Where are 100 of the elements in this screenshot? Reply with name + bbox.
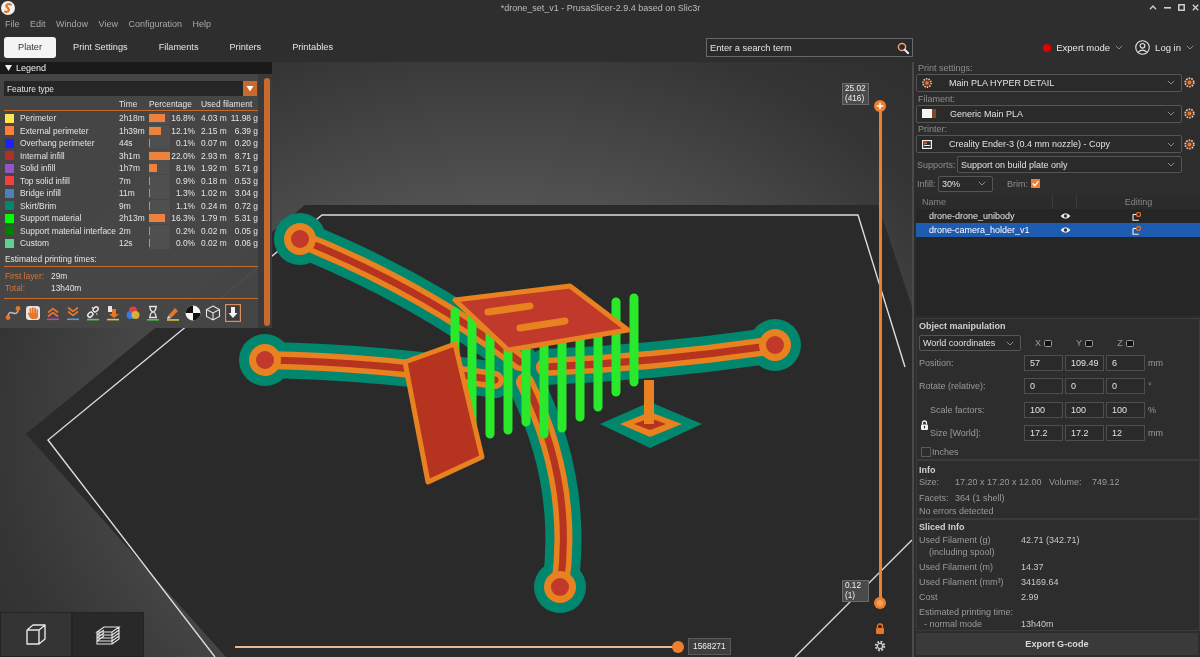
feature-percentage: 0.9% <box>174 174 195 187</box>
maximize-icon[interactable] <box>1178 4 1185 11</box>
edit-icon[interactable] <box>1132 211 1141 221</box>
preset-label: Printer: <box>917 124 948 135</box>
checkbox-label: Inches <box>932 447 959 458</box>
number-field[interactable]: 100 <box>1065 402 1104 419</box>
tab[interactable]: Printers <box>215 37 276 58</box>
number-field[interactable]: 0 <box>1106 378 1145 395</box>
supports-dropdown[interactable]: Support on build plate only <box>957 156 1182 174</box>
color-circles-icon[interactable] <box>125 304 141 321</box>
menu-item[interactable]: View <box>98 19 118 29</box>
feature-time: 3h1m <box>119 149 141 162</box>
layer-height-text: 25.02 <box>845 84 866 94</box>
number-field[interactable]: 12 <box>1106 425 1145 442</box>
close-icon[interactable] <box>1192 4 1199 11</box>
inches-checkbox[interactable] <box>921 447 931 458</box>
quartered-circle-icon[interactable] <box>185 304 201 321</box>
hand-icon[interactable] <box>25 304 41 321</box>
cube-icon[interactable] <box>205 304 221 321</box>
filament-weight: 0.05 g <box>233 224 258 237</box>
chevron-down-icon <box>1167 162 1175 168</box>
number-field[interactable]: 100 <box>1106 402 1145 419</box>
infill-dropdown[interactable]: 30% <box>938 175 993 192</box>
number-field[interactable]: 100 <box>1024 402 1063 419</box>
search-icon[interactable] <box>897 41 909 54</box>
chevron-up-icon[interactable] <box>1149 5 1157 10</box>
route-icon[interactable] <box>5 304 21 321</box>
minimize-icon[interactable] <box>1164 6 1171 9</box>
edit-icon[interactable] <box>1132 225 1141 235</box>
axis-label: X <box>1035 338 1041 349</box>
settings-icon[interactable] <box>1184 77 1195 89</box>
preset-dropdown[interactable]: Main PLA HYPER DETAIL <box>916 73 1182 92</box>
field-label: Rotate (relative): <box>919 381 987 392</box>
collapse-triangle-icon <box>5 65 12 71</box>
mode-dropdown[interactable]: Expert mode <box>1043 38 1124 57</box>
tab[interactable]: Printables <box>278 37 347 58</box>
filament-weight: 5.31 g <box>233 212 258 225</box>
section-title: Info <box>919 464 937 477</box>
feature-name: Perimeter <box>20 112 58 125</box>
info-value: 34169.64 <box>1021 576 1059 589</box>
menu-item[interactable]: Help <box>192 19 211 29</box>
lock-icon[interactable] <box>919 419 930 430</box>
eye-icon[interactable] <box>1059 212 1071 221</box>
number-field[interactable]: 0 <box>1065 378 1104 395</box>
layer-number-text: (1) <box>845 591 855 601</box>
view-type-dropdown[interactable]: Feature type <box>4 81 257 96</box>
feature-time: 7m <box>119 174 132 187</box>
number-field[interactable]: 17.2 <box>1024 425 1063 442</box>
slider-thumb[interactable] <box>874 597 886 609</box>
feature-percentage: 16.8% <box>170 112 195 125</box>
column-header: Used filament <box>200 98 254 110</box>
settings-icon[interactable] <box>1184 138 1195 150</box>
feature-percentage: 16.3% <box>170 212 195 225</box>
object-row[interactable]: drone-camera_holder_v1 <box>916 223 1200 238</box>
settings-icon[interactable] <box>1184 108 1195 119</box>
field-label: Scale factors: <box>930 405 986 416</box>
feature-time: 44s <box>119 137 134 150</box>
filament-length: 1.92 m <box>200 162 228 175</box>
scrollbar-thumb[interactable] <box>264 78 270 326</box>
object-row[interactable]: drone-drone_unibody <box>916 209 1200 224</box>
number-field[interactable]: 57 <box>1024 355 1063 372</box>
hourglass-icon[interactable] <box>145 304 161 321</box>
padlock-icon[interactable] <box>875 623 885 634</box>
preset-dropdown[interactable]: Generic Main PLA <box>916 104 1182 123</box>
menu-item[interactable]: Edit <box>30 19 46 29</box>
coordinates-dropdown[interactable]: World coordinates <box>919 335 1021 352</box>
square-icon[interactable] <box>1044 339 1052 347</box>
tab[interactable]: Filaments <box>144 37 213 58</box>
number-field[interactable]: 6 <box>1106 355 1145 372</box>
brim-checkbox[interactable] <box>1031 179 1040 189</box>
tab[interactable]: Print Settings <box>59 37 142 58</box>
search-field[interactable]: Enter a search term <box>706 38 913 57</box>
column-header: Editing <box>1123 196 1154 210</box>
gear-icon[interactable] <box>874 640 886 652</box>
info-value: 14.37 <box>1021 561 1044 574</box>
slider-thumb[interactable] <box>672 641 684 653</box>
export-gcode-button[interactable]: Export G-code <box>916 633 1198 655</box>
3d-view-button[interactable] <box>0 612 72 657</box>
chevrons-down-icon[interactable] <box>65 304 81 321</box>
legend-header[interactable]: Legend <box>0 62 272 74</box>
tab[interactable]: Plater <box>4 37 56 58</box>
menu-item[interactable]: Window <box>56 19 89 29</box>
preset-dropdown[interactable]: Creality Ender-3 (0.4 mm nozzle) - Copy <box>916 135 1182 154</box>
slider-thumb[interactable] <box>874 100 886 112</box>
infill-label: Infill: <box>916 178 937 189</box>
eye-icon[interactable] <box>1059 226 1071 235</box>
arrow-down-icon[interactable] <box>105 304 121 321</box>
menu-item[interactable]: File <box>5 19 20 29</box>
login-button[interactable]: Log in <box>1135 38 1194 57</box>
broken-link-icon[interactable] <box>85 304 101 321</box>
feature-percentage: 1.1% <box>174 199 195 212</box>
layer-number-text: (416) <box>845 94 865 104</box>
square-icon[interactable] <box>1085 339 1093 347</box>
layers-view-button[interactable] <box>72 612 144 657</box>
menu-item[interactable]: Configuration <box>128 19 182 29</box>
number-field[interactable]: 109.49 <box>1065 355 1104 372</box>
feature-name: Custom <box>20 237 50 250</box>
square-icon[interactable] <box>1125 339 1134 347</box>
number-field[interactable]: 0 <box>1024 378 1063 395</box>
number-field[interactable]: 17.2 <box>1065 425 1104 442</box>
